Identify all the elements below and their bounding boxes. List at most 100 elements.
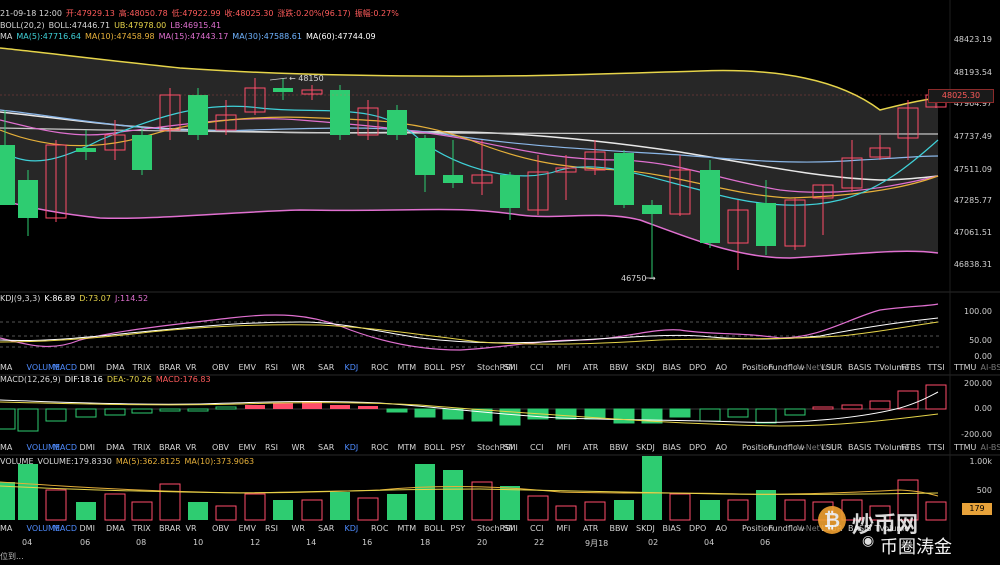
indicator-tab-rsi[interactable]: RSI: [265, 363, 278, 372]
indicator-tab-skdj[interactable]: SKDJ: [636, 443, 655, 452]
indicator-tab-atr[interactable]: ATR: [583, 524, 598, 533]
indicator-tab-bbw[interactable]: BBW: [610, 524, 629, 533]
indicator-tab-wr[interactable]: WR: [292, 524, 305, 533]
indicator-tab-dma[interactable]: DMA: [106, 524, 125, 533]
indicator-tab-atr[interactable]: ATR: [583, 443, 598, 452]
indicator-tab-ao[interactable]: AO: [716, 363, 728, 372]
indicator-tab-smi[interactable]: SMI: [504, 443, 518, 452]
indicator-tab-ma[interactable]: MA: [0, 443, 12, 452]
indicator-tab-obv[interactable]: OBV: [212, 363, 229, 372]
indicator-tab-bbw[interactable]: BBW: [610, 363, 629, 372]
indicator-tab-sar[interactable]: SAR: [318, 363, 334, 372]
candlestick-chart[interactable]: ← 48150 46750 →: [0, 0, 1000, 565]
indicator-tab-mfi[interactable]: MFI: [557, 363, 571, 372]
indicator-tab-obv[interactable]: OBV: [212, 443, 229, 452]
indicator-tab-macd[interactable]: MACD: [53, 443, 77, 452]
indicator-tab-mtm[interactable]: MTM: [398, 363, 417, 372]
indicator-tab-cci[interactable]: CCI: [530, 363, 544, 372]
indicator-tab-emv[interactable]: EMV: [239, 363, 256, 372]
indicator-tab-roc[interactable]: ROC: [371, 443, 388, 452]
indicator-tab-mtm[interactable]: MTM: [398, 524, 417, 533]
indicator-tab-vr[interactable]: VR: [186, 524, 197, 533]
indicator-tab-bias[interactable]: BIAS: [663, 443, 681, 452]
kdj-panel: [0, 303, 940, 351]
indicator-tab-macd[interactable]: MACD: [53, 363, 77, 372]
indicator-tab-kdj[interactable]: KDJ: [345, 524, 359, 533]
indicator-tab-trix[interactable]: TRIX: [133, 524, 151, 533]
indicator-tab-vr[interactable]: VR: [186, 363, 197, 372]
indicator-tab-aibsi[interactable]: AI-BSI: [981, 443, 1000, 452]
indicator-tab-ttmu[interactable]: TTMU: [954, 363, 976, 372]
indicator-tab-skdj[interactable]: SKDJ: [636, 524, 655, 533]
indicator-tab-boll[interactable]: BOLL: [424, 524, 445, 533]
indicator-tab-ttmu[interactable]: TTMU: [954, 443, 976, 452]
indicator-tab-ftbs[interactable]: FTBS: [901, 363, 921, 372]
account-watermark: 币圈涛金: [880, 537, 952, 558]
macd-bar: [699, 408, 721, 422]
indicator-tab-rsi[interactable]: RSI: [265, 524, 278, 533]
indicator-tab-macd[interactable]: MACD: [53, 524, 77, 533]
indicator-tab-psy[interactable]: PSY: [451, 443, 466, 452]
indicator-tab-rsi[interactable]: RSI: [265, 443, 278, 452]
indicator-tab-lsur[interactable]: LSUR: [822, 443, 843, 452]
macd-bar: [131, 408, 153, 414]
macd-bar: [45, 408, 67, 422]
indicator-tab-bias[interactable]: BIAS: [663, 524, 681, 533]
indicator-tab-psy[interactable]: PSY: [451, 363, 466, 372]
indicator-tab-aibsi[interactable]: AI-BSI: [981, 363, 1000, 372]
indicator-tab-dmi[interactable]: DMI: [80, 363, 95, 372]
indicator-tab-kdj[interactable]: KDJ: [345, 443, 359, 452]
indicator-tab-atr[interactable]: ATR: [583, 363, 598, 372]
candle-body: [76, 148, 96, 152]
indicator-tab-dma[interactable]: DMA: [106, 363, 125, 372]
indicator-tab-cci[interactable]: CCI: [530, 443, 544, 452]
indicator-tab-basis[interactable]: BASIS: [848, 443, 871, 452]
indicator-tab-lsur[interactable]: LSUR: [822, 363, 843, 372]
indicator-tab-dpo[interactable]: DPO: [689, 524, 706, 533]
indicator-tab-ftbs[interactable]: FTBS: [901, 443, 921, 452]
indicator-tab-sar[interactable]: SAR: [318, 443, 334, 452]
indicator-tab-roc[interactable]: ROC: [371, 363, 388, 372]
indicator-tab-ma[interactable]: MA: [0, 524, 12, 533]
indicator-tab-psy[interactable]: PSY: [451, 524, 466, 533]
indicator-tab-dma[interactable]: DMA: [106, 443, 125, 452]
indicator-tab-vr[interactable]: VR: [186, 443, 197, 452]
indicator-tab-mfi[interactable]: MFI: [557, 524, 571, 533]
indicator-tab-bias[interactable]: BIAS: [663, 363, 681, 372]
indicator-tab-wr[interactable]: WR: [292, 443, 305, 452]
indicator-tab-mtm[interactable]: MTM: [398, 443, 417, 452]
date-tick-label: 10: [193, 538, 204, 547]
indicator-tab-sar[interactable]: SAR: [318, 524, 334, 533]
indicator-tab-emv[interactable]: EMV: [239, 524, 256, 533]
indicator-tab-obv[interactable]: OBV: [212, 524, 229, 533]
indicator-tab-brar[interactable]: BRAR: [159, 524, 181, 533]
indicator-tab-skdj[interactable]: SKDJ: [636, 363, 655, 372]
volume-bar: [642, 456, 662, 520]
indicator-tab-dpo[interactable]: DPO: [689, 443, 706, 452]
indicator-tab-boll[interactable]: BOLL: [424, 363, 445, 372]
indicator-tab-ma[interactable]: MA: [0, 363, 12, 372]
indicator-tab-ttsi[interactable]: TTSI: [928, 443, 945, 452]
indicator-tab-ao[interactable]: AO: [716, 443, 728, 452]
indicator-tab-cci[interactable]: CCI: [530, 524, 544, 533]
indicator-tab-trix[interactable]: TRIX: [133, 443, 151, 452]
indicator-tab-smi[interactable]: SMI: [504, 363, 518, 372]
indicator-tab-mfi[interactable]: MFI: [557, 443, 571, 452]
indicator-tab-brar[interactable]: BRAR: [159, 443, 181, 452]
indicator-tab-ttsi[interactable]: TTSI: [928, 363, 945, 372]
indicator-tab-smi[interactable]: SMI: [504, 524, 518, 533]
indicator-tab-kdj[interactable]: KDJ: [345, 363, 359, 372]
indicator-tab-dmi[interactable]: DMI: [80, 443, 95, 452]
indicator-tab-roc[interactable]: ROC: [371, 524, 388, 533]
indicator-tab-emv[interactable]: EMV: [239, 443, 256, 452]
indicator-tab-brar[interactable]: BRAR: [159, 363, 181, 372]
indicator-tab-dpo[interactable]: DPO: [689, 363, 706, 372]
date-tick-label: 04: [22, 538, 33, 547]
indicator-tab-ao[interactable]: AO: [716, 524, 728, 533]
indicator-tab-trix[interactable]: TRIX: [133, 363, 151, 372]
indicator-tab-dmi[interactable]: DMI: [80, 524, 95, 533]
indicator-tab-basis[interactable]: BASIS: [848, 363, 871, 372]
indicator-tab-bbw[interactable]: BBW: [610, 443, 629, 452]
indicator-tab-wr[interactable]: WR: [292, 363, 305, 372]
indicator-tab-boll[interactable]: BOLL: [424, 443, 445, 452]
